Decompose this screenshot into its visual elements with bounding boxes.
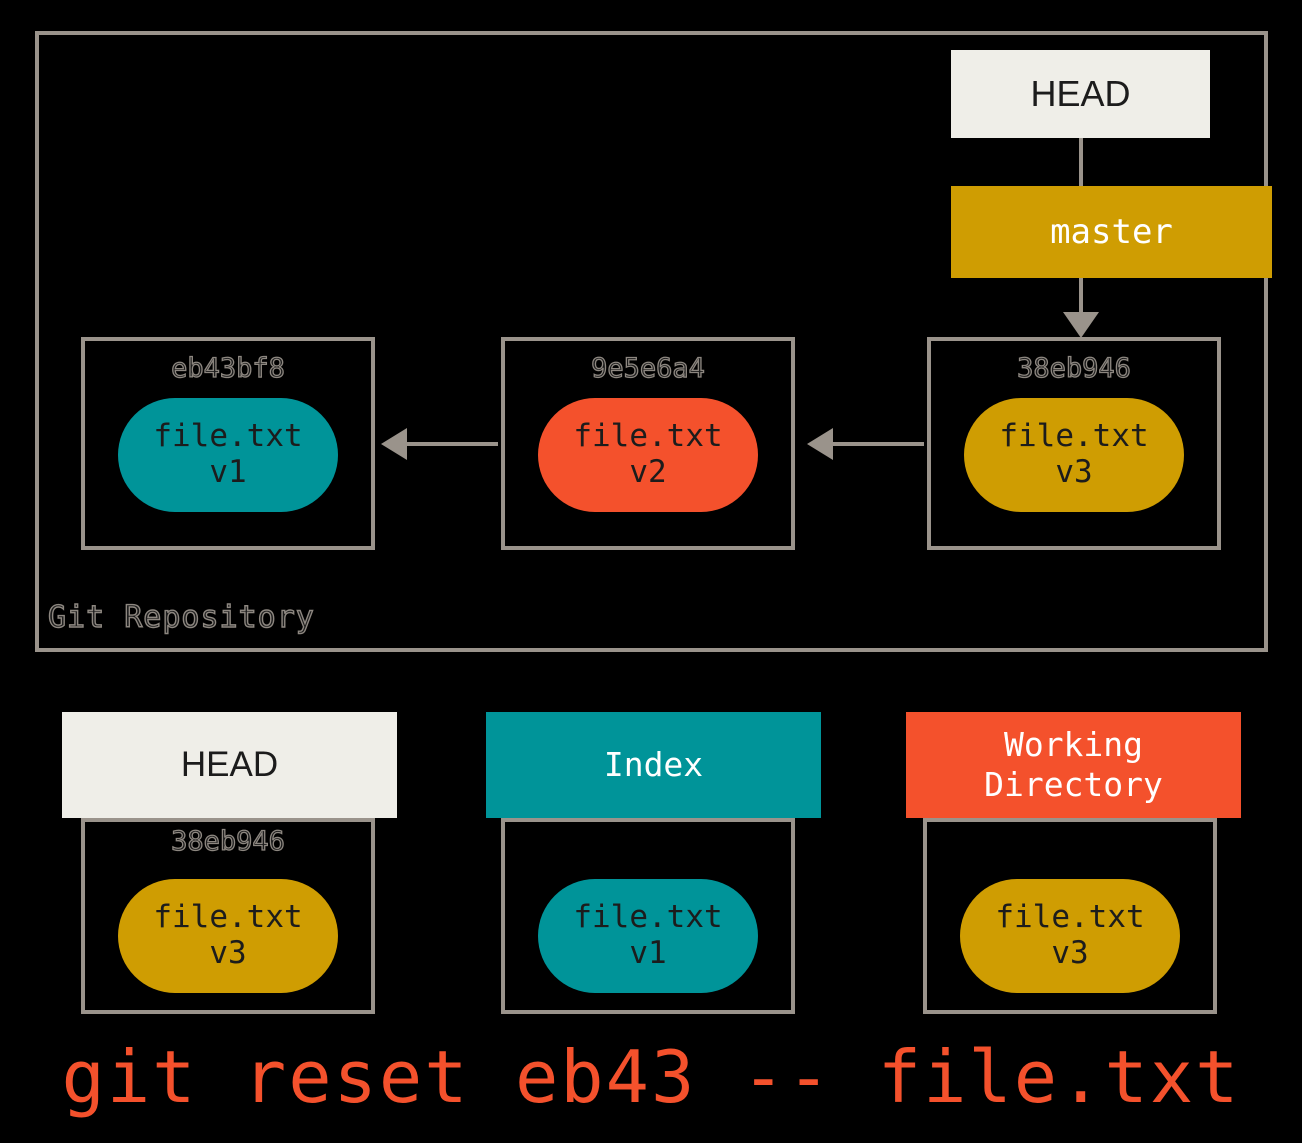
commit-link-line: [398, 442, 498, 446]
commit-node-38eb946: 38eb946 file.txt v3: [927, 337, 1221, 550]
commit-hash-label: 38eb946: [1016, 352, 1131, 384]
git-repository-label: Git Repository: [47, 599, 315, 635]
arrowhead-down-icon: [1063, 312, 1099, 338]
area-file-name: file.txt: [153, 899, 303, 936]
connector-master-to-commit: [1079, 278, 1083, 316]
commit-link-line: [822, 442, 924, 446]
area-header-working-directory: Working Directory: [906, 712, 1241, 818]
diagram-canvas: Git Repository HEAD master eb43bf8 file.…: [0, 0, 1302, 1143]
area-file-blob-working-directory: file.txt v3: [960, 879, 1180, 993]
commit-node-9e5e6a4: 9e5e6a4 file.txt v2: [501, 337, 795, 550]
commit-file-blob: file.txt v1: [118, 398, 338, 512]
commit-hash-label: eb43bf8: [170, 352, 285, 384]
commit-file-version: v1: [209, 454, 247, 490]
command-caption: git reset eb43 -- file.txt: [61, 1035, 1241, 1119]
master-branch-label: master: [1050, 212, 1173, 252]
commit-file-name: file.txt: [999, 418, 1149, 455]
area-file-name: file.txt: [995, 899, 1145, 936]
commit-file-version: v2: [629, 454, 667, 490]
area-file-blob-head: file.txt v3: [118, 879, 338, 993]
commit-file-blob: file.txt v2: [538, 398, 758, 512]
master-branch-box: master: [951, 186, 1272, 278]
area-hash-head: 38eb946: [170, 825, 285, 857]
arrowhead-left-icon: [381, 428, 407, 460]
area-title-index: Index: [603, 744, 704, 784]
commit-file-name: file.txt: [573, 418, 723, 455]
commit-file-version: v3: [1055, 454, 1093, 490]
commit-file-name: file.txt: [153, 418, 303, 455]
area-file-version: v3: [1051, 935, 1089, 971]
area-file-blob-index: file.txt v1: [538, 879, 758, 993]
commit-node-eb43bf8: eb43bf8 file.txt v1: [81, 337, 375, 550]
area-title-working-line1: Working: [1003, 724, 1144, 764]
head-ref-box: HEAD: [951, 50, 1210, 138]
arrowhead-left-icon: [807, 428, 833, 460]
area-file-version: v3: [209, 935, 247, 971]
commit-hash-label: 9e5e6a4: [590, 352, 705, 384]
area-title-head: HEAD: [180, 744, 279, 784]
connector-head-to-master: [1079, 138, 1083, 186]
area-header-index: Index: [486, 712, 821, 818]
head-ref-label: HEAD: [1030, 73, 1131, 114]
area-title-working-line2: Directory: [984, 765, 1163, 804]
area-file-version: v1: [629, 935, 667, 971]
area-header-head: HEAD: [62, 712, 397, 818]
area-file-name: file.txt: [573, 899, 723, 936]
commit-file-blob: file.txt v3: [964, 398, 1184, 512]
